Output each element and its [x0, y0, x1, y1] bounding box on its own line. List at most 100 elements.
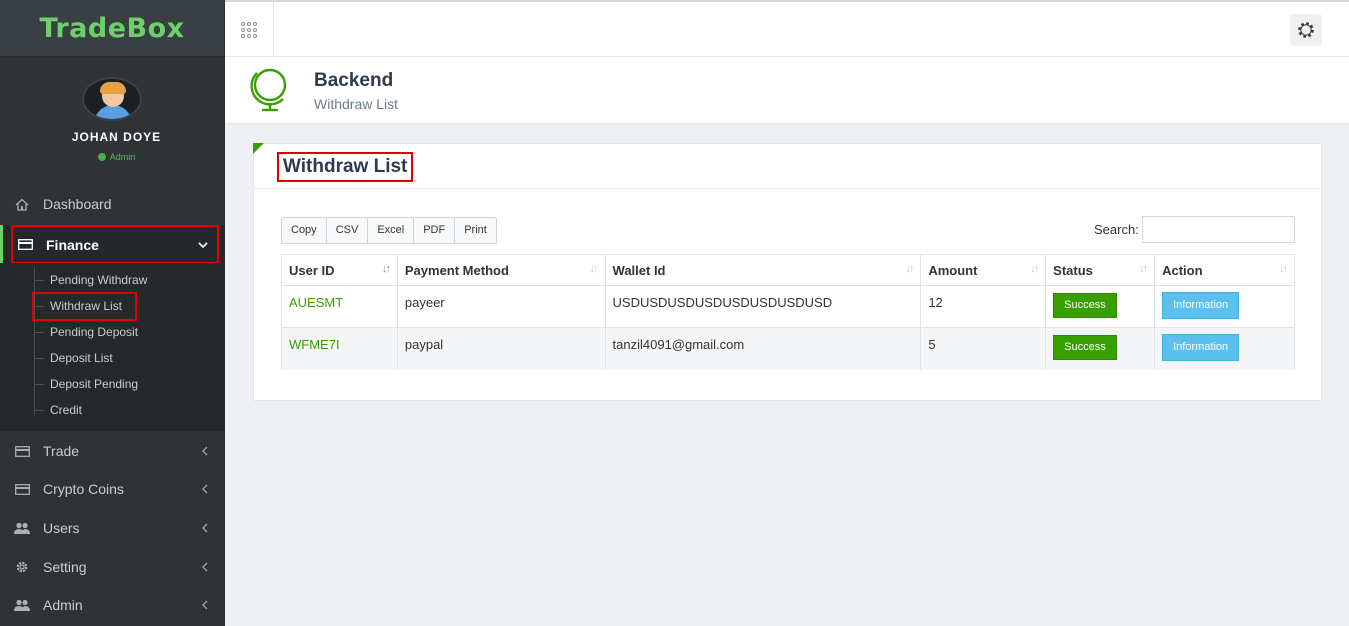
sidebar-subitem-label: Deposit Pending — [50, 377, 139, 391]
grid-icon — [241, 21, 257, 38]
globe-icon — [250, 68, 287, 112]
column-header-label: Status — [1053, 262, 1093, 278]
sidebar-item-trade[interactable]: Trade — [0, 432, 225, 470]
page-title: Backend — [314, 70, 394, 91]
online-status-icon — [97, 153, 106, 161]
user-name: JOHAN DOYE — [71, 130, 162, 144]
chevron-left-icon — [202, 598, 208, 613]
column-header-label: Wallet Id — [612, 262, 666, 278]
settings-button[interactable] — [1290, 14, 1322, 46]
column-header-amount[interactable]: Amount ↓↑ — [920, 254, 1047, 286]
column-header-user-id[interactable]: User ID ↓↑ — [281, 254, 398, 286]
cell-user-id[interactable]: WFME7I — [281, 327, 398, 370]
chevron-left-icon — [202, 560, 208, 575]
sidebar: TradeBox JOHAN DOYE Admin Dashboard Fina… — [0, 0, 225, 626]
cell-amount: 12 — [920, 285, 1047, 328]
information-button[interactable]: Information — [1162, 292, 1240, 319]
sort-icon: ↓↑ — [589, 263, 599, 275]
sort-icon: ↓↑ — [1030, 263, 1039, 275]
sort-icon: ↓↑ — [1139, 263, 1148, 275]
sidebar-item-label: Users — [43, 520, 80, 536]
users-icon — [13, 521, 31, 535]
cell-status: Success — [1045, 285, 1156, 328]
column-header-action[interactable]: Action ↓↑ — [1154, 254, 1295, 286]
sidebar-subitem-deposit-pending[interactable]: Deposit Pending — [34, 371, 139, 397]
brand-name: TradeBox — [39, 12, 185, 44]
cell-status: Success — [1045, 327, 1156, 370]
print-button[interactable]: Print — [454, 217, 497, 244]
top-bar — [225, 0, 1349, 57]
sidebar-subitem-label: Pending Withdraw — [50, 273, 148, 287]
cell-payment-method: payeer — [396, 285, 606, 328]
sidebar-item-dashboard[interactable]: Dashboard — [0, 185, 225, 223]
information-button[interactable]: Information — [1162, 334, 1240, 361]
cell-payment-method: paypal — [396, 327, 606, 370]
sort-icon: ↓↑ — [1279, 263, 1288, 275]
sidebar-item-admin[interactable]: Admin — [0, 586, 225, 624]
cell-amount: 5 — [920, 327, 1047, 370]
chevron-left-icon — [202, 444, 208, 459]
search-input[interactable] — [1142, 216, 1295, 243]
cell-user-id[interactable]: AUESMT — [281, 285, 398, 328]
avatar[interactable] — [82, 77, 142, 121]
copy-button[interactable]: Copy — [281, 217, 327, 244]
brand-logo[interactable]: TradeBox — [0, 0, 224, 57]
user-role: Admin — [0, 152, 233, 162]
column-header-label: Payment Method — [404, 262, 509, 278]
finance-submenu: Pending Withdraw Withdraw List Pending D… — [0, 263, 225, 431]
page-subtitle: Withdraw List — [314, 96, 399, 112]
sidebar-subitem-deposit-list[interactable]: Deposit List — [34, 345, 113, 371]
cell-action: Information — [1154, 327, 1295, 370]
column-header-label: User ID — [289, 262, 335, 278]
user-profile — [0, 57, 224, 182]
column-header-payment-method[interactable]: Payment Method ↓↑ — [396, 254, 606, 286]
sidebar-item-crypto-coins[interactable]: Crypto Coins — [0, 470, 225, 508]
sidebar-item-label: Admin — [43, 597, 83, 613]
user-role-label: Admin — [109, 152, 136, 162]
sort-icon: ↓↑ — [905, 263, 914, 275]
sidebar-subitem-credit[interactable]: Credit — [34, 397, 83, 423]
status-success-button[interactable]: Success — [1053, 293, 1117, 318]
search-label: Search: — [1094, 222, 1139, 237]
cell-wallet-id: tanzil4091@gmail.com — [604, 327, 922, 370]
finance-highlight-box — [11, 225, 219, 264]
sidebar-subitem-pending-withdraw[interactable]: Pending Withdraw — [34, 267, 148, 293]
sidebar-subitem-label: Credit — [50, 403, 83, 417]
column-header-wallet-id[interactable]: Wallet Id ↓↑ — [604, 254, 922, 286]
sidebar-item-setting[interactable]: Setting — [0, 548, 225, 586]
sidebar-subitem-pending-deposit[interactable]: Pending Deposit — [34, 319, 139, 345]
excel-button[interactable]: Excel — [367, 217, 415, 244]
withdraw-list-highlight-box — [32, 292, 137, 321]
withdraw-table: User ID ↓↑ Payment Method ↓↑ Wallet Id ↓↑ A… — [281, 254, 1295, 370]
sort-asc-icon: ↓↑ — [381, 263, 391, 275]
export-button-group: Copy CSV Excel PDF Print — [281, 217, 497, 244]
home-icon — [13, 197, 31, 211]
cell-wallet-id: USDUSDUSDUSDUSDUSDUSDUSD — [604, 285, 922, 328]
sidebar-item-label: Trade — [43, 443, 80, 459]
table-row: WFME7I paypal tanzil4091@gmail.com 5 Suc… — [281, 327, 1295, 370]
gear-icon — [1298, 22, 1314, 38]
users-icon — [13, 598, 31, 612]
sidebar-item-label: Setting — [43, 559, 87, 575]
card-icon — [13, 444, 31, 458]
page-header: Backend Withdraw List — [225, 57, 1349, 124]
card-icon — [13, 482, 31, 496]
panel-title: Withdraw List — [277, 152, 414, 182]
column-header-status[interactable]: Status ↓↑ — [1045, 254, 1156, 286]
csv-button[interactable]: CSV — [325, 217, 369, 244]
status-success-button[interactable]: Success — [1053, 335, 1117, 360]
cell-action: Information — [1154, 285, 1295, 328]
table-header-row: User ID ↓↑ Payment Method ↓↑ Wallet Id ↓↑ A… — [281, 254, 1295, 286]
sidebar-subitem-label: Pending Deposit — [50, 325, 139, 339]
chevron-left-icon — [202, 521, 208, 536]
sidebar-item-label: Crypto Coins — [43, 481, 124, 497]
chevron-left-icon — [202, 482, 208, 497]
sidebar-item-users[interactable]: Users — [0, 509, 225, 547]
column-header-label: Amount — [928, 262, 978, 278]
sidebar-subitem-label: Deposit List — [50, 351, 113, 365]
panel-header: Withdraw List — [254, 144, 1321, 189]
withdraw-list-panel: Withdraw List Copy CSV Excel PDF Print S… — [253, 143, 1322, 401]
table-row: AUESMT payeer USDUSDUSDUSDUSDUSDUSDUSD 1… — [281, 285, 1295, 328]
apps-grid-button[interactable] — [225, 2, 274, 57]
pdf-button[interactable]: PDF — [413, 217, 456, 244]
